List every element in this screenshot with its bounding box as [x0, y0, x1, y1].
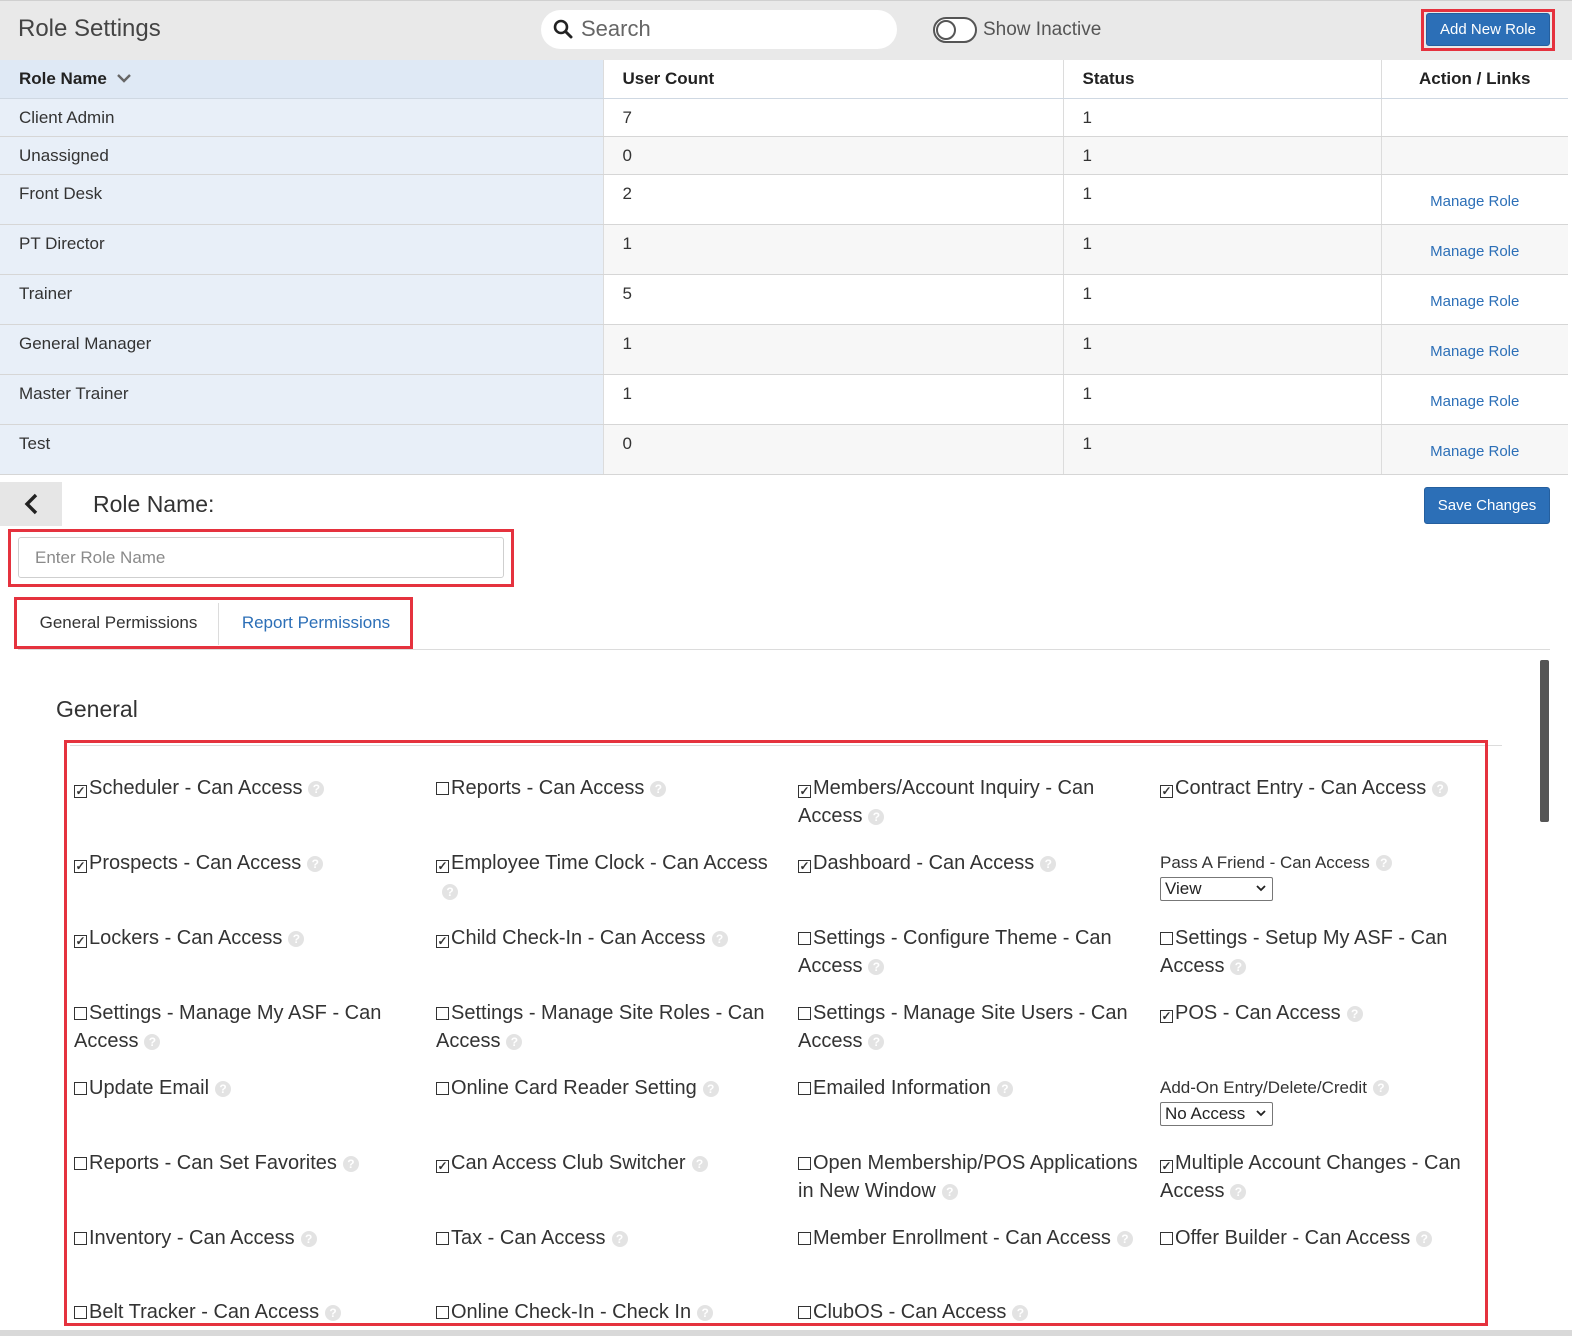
save-changes-button[interactable]: Save Changes — [1424, 487, 1550, 524]
table-row[interactable]: PT Director 1 1 Manage Role — [0, 224, 1568, 275]
user-count-cell: 1 — [603, 324, 1064, 375]
table-row[interactable]: Trainer 5 1 Manage Role — [0, 274, 1568, 325]
action-cell: Manage Role — [1381, 224, 1568, 275]
top-bar: Role Settings Show Inactive Add New Role — [0, 0, 1572, 60]
role-name-cell: Master Trainer — [0, 374, 604, 425]
chevron-left-icon — [24, 493, 38, 515]
roles-table: Role Name User Count Status Action / Lin… — [0, 60, 1568, 475]
user-count-cell: 0 — [603, 136, 1064, 175]
user-count-cell: 0 — [603, 424, 1064, 475]
column-header-user-count[interactable]: User Count — [603, 60, 1064, 99]
role-name-cell: Test — [0, 424, 604, 475]
user-count-cell: 2 — [603, 174, 1064, 225]
table-row[interactable]: Unassigned 0 1 — [0, 136, 1568, 175]
bottom-edge — [0, 1330, 1572, 1336]
manage-role-link[interactable]: Manage Role — [1430, 343, 1519, 360]
role-name-cell: General Manager — [0, 324, 604, 375]
role-name-input[interactable] — [18, 537, 504, 578]
status-cell: 1 — [1063, 324, 1382, 375]
action-cell — [1381, 136, 1568, 175]
show-inactive-toggle[interactable] — [933, 17, 977, 43]
action-cell: Manage Role — [1381, 424, 1568, 475]
role-name-cell: Client Admin — [0, 98, 604, 137]
status-cell: 1 — [1063, 136, 1382, 175]
search-input[interactable] — [581, 14, 881, 44]
table-row[interactable]: General Manager 1 1 Manage Role — [0, 324, 1568, 375]
action-cell: Manage Role — [1381, 324, 1568, 375]
search-icon — [553, 19, 573, 39]
table-row[interactable]: Client Admin 7 1 — [0, 98, 1568, 137]
manage-role-link[interactable]: Manage Role — [1430, 193, 1519, 210]
role-name-cell: Unassigned — [0, 136, 604, 175]
action-cell — [1381, 98, 1568, 137]
user-count-cell: 1 — [603, 374, 1064, 425]
status-cell: 1 — [1063, 224, 1382, 275]
table-row[interactable]: Front Desk 2 1 Manage Role — [0, 174, 1568, 225]
user-count-cell: 7 — [603, 98, 1064, 137]
manage-role-link[interactable]: Manage Role — [1430, 443, 1519, 460]
manage-role-link[interactable]: Manage Role — [1430, 393, 1519, 410]
page-title: Role Settings — [18, 15, 161, 42]
action-cell: Manage Role — [1381, 274, 1568, 325]
column-header-actions: Action / Links — [1381, 60, 1568, 99]
scrollbar-thumb[interactable] — [1540, 660, 1549, 822]
section-title: General — [56, 696, 138, 722]
column-header-status[interactable]: Status — [1063, 60, 1382, 99]
status-cell: 1 — [1063, 424, 1382, 475]
permissions-highlight — [64, 740, 1488, 1326]
toggle-knob — [936, 20, 956, 40]
table-header-row: Role Name User Count Status Action / Lin… — [0, 60, 1568, 99]
tabs-divider — [18, 649, 1550, 650]
role-name-label: Role Name: — [93, 491, 215, 517]
status-cell: 1 — [1063, 174, 1382, 225]
user-count-cell: 1 — [603, 224, 1064, 275]
status-cell: 1 — [1063, 98, 1382, 137]
action-cell: Manage Role — [1381, 174, 1568, 225]
add-new-role-button[interactable]: Add New Role — [1426, 13, 1550, 46]
table-row[interactable]: Test 0 1 Manage Role — [0, 424, 1568, 475]
role-name-cell: PT Director — [0, 224, 604, 275]
user-count-cell: 5 — [603, 274, 1064, 325]
column-role-name-label: Role Name — [19, 68, 107, 88]
show-inactive-label: Show Inactive — [983, 19, 1102, 40]
manage-role-link[interactable]: Manage Role — [1430, 243, 1519, 260]
column-header-role-name[interactable]: Role Name — [0, 60, 604, 99]
chevron-down-icon — [116, 73, 131, 83]
role-name-cell: Trainer — [0, 274, 604, 325]
search-box[interactable] — [541, 10, 897, 49]
role-name-cell: Front Desk — [0, 174, 604, 225]
back-button[interactable] — [0, 482, 62, 526]
table-row[interactable]: Master Trainer 1 1 Manage Role — [0, 374, 1568, 425]
tabs-highlight — [14, 597, 413, 649]
manage-role-link[interactable]: Manage Role — [1430, 293, 1519, 310]
status-cell: 1 — [1063, 374, 1382, 425]
action-cell: Manage Role — [1381, 374, 1568, 425]
status-cell: 1 — [1063, 274, 1382, 325]
